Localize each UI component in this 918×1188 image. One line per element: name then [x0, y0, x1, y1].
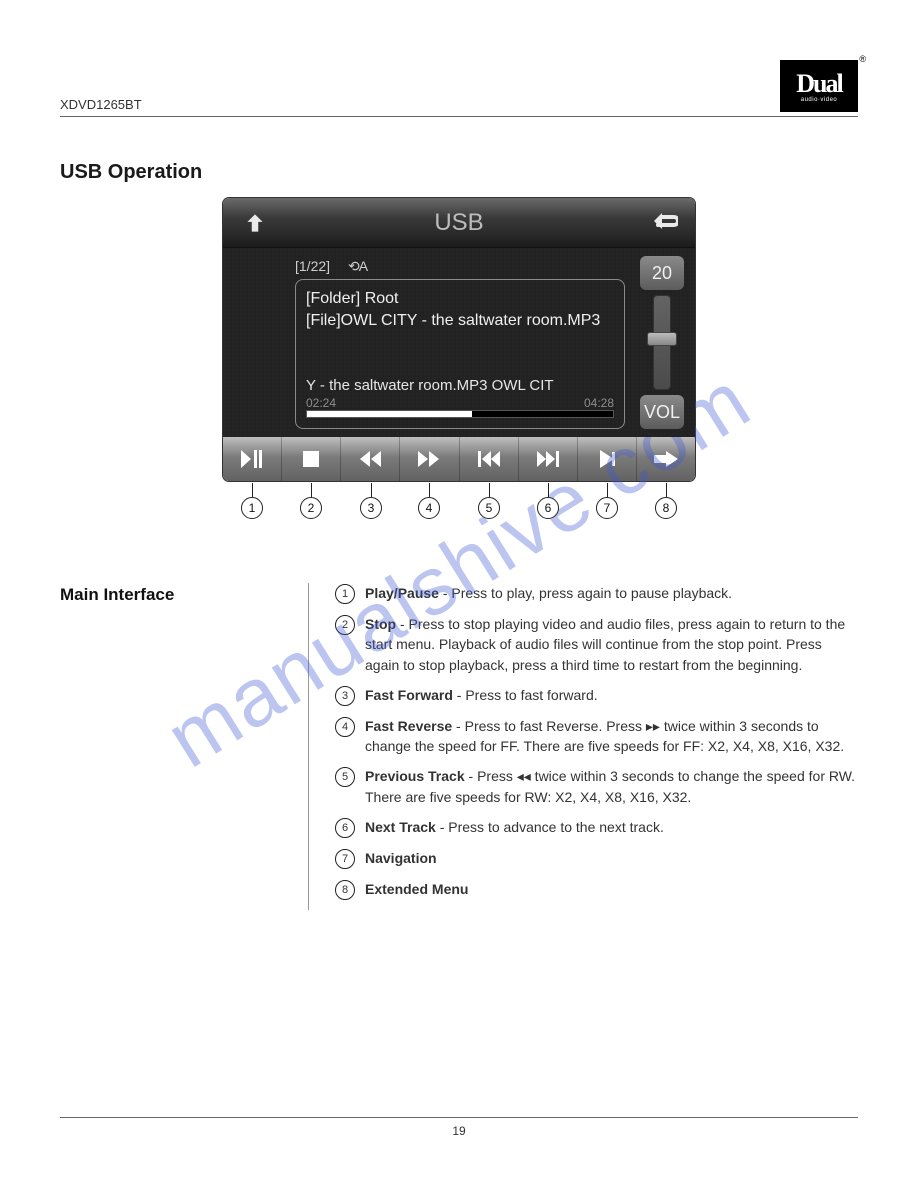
item-number: 6 — [335, 818, 355, 838]
screen-title: USB — [434, 209, 483, 237]
callout-1: 1 — [241, 497, 263, 519]
elapsed-time: 02:24 — [306, 396, 336, 410]
callout-6: 6 — [537, 497, 559, 519]
item-body: Fast Forward - Press to fast forward. — [365, 685, 598, 705]
item-body: Extended Menu — [365, 879, 468, 899]
progress-bar[interactable] — [306, 410, 614, 418]
list-item: 1 Play/Pause - Press to play, press again… — [335, 583, 858, 604]
play-pause-button[interactable] — [223, 437, 282, 481]
item-body: Navigation — [365, 848, 437, 868]
prev-track-button[interactable] — [460, 437, 519, 481]
track-scroll: Y - the saltwater room.MP3 OWL CIT — [306, 377, 614, 394]
back-arrow-icon[interactable] — [641, 205, 685, 241]
track-index: [1/22] — [295, 258, 330, 275]
info-box: [Folder] Root [File]OWL CITY - the saltw… — [295, 279, 625, 429]
item-number: 1 — [335, 584, 355, 604]
callout-8: 8 — [655, 497, 677, 519]
item-number: 3 — [335, 686, 355, 706]
item-number: 2 — [335, 615, 355, 635]
item-body: Previous Track - Press ◂◂ twice within 3… — [365, 766, 858, 807]
rewind-button[interactable] — [341, 437, 400, 481]
callout-2: 2 — [300, 497, 322, 519]
device-screen: USB [1/22] ⟲A [Folder] Root [File]OWL CI… — [223, 198, 695, 481]
subsection-label: Main Interface — [60, 583, 308, 910]
section-title: USB Operation — [60, 161, 858, 184]
callout-3: 3 — [360, 497, 382, 519]
navigation-button[interactable] — [578, 437, 637, 481]
item-body: Stop - Press to stop playing video and a… — [365, 614, 858, 675]
total-time: 04:28 — [584, 396, 614, 410]
brand-logo: Dual audio·video — [780, 60, 858, 112]
item-body: Next Track - Press to advance to the nex… — [365, 817, 664, 837]
list-item: 2 Stop - Press to stop playing video and … — [335, 614, 858, 675]
description-list: 1 Play/Pause - Press to play, press again… — [308, 583, 858, 910]
fast-forward-button[interactable] — [400, 437, 459, 481]
volume-slider[interactable] — [654, 296, 670, 389]
repeat-icon: ⟲A — [348, 258, 367, 275]
item-body: Play/Pause - Press to play, press again … — [365, 583, 732, 603]
list-item: 7 Navigation — [335, 848, 858, 869]
extended-menu-button[interactable] — [637, 437, 695, 481]
item-number: 4 — [335, 717, 355, 737]
list-item: 5 Previous Track - Press ◂◂ twice within … — [335, 766, 858, 807]
volume-value: 20 — [640, 256, 684, 290]
callout-4: 4 — [418, 497, 440, 519]
list-item: 3 Fast Forward - Press to fast forward. — [335, 685, 858, 706]
model-number: XDVD1265BT — [60, 97, 142, 112]
up-arrow-icon[interactable] — [233, 205, 277, 241]
item-number: 5 — [335, 767, 355, 787]
list-item: 8 Extended Menu — [335, 879, 858, 900]
stop-button[interactable] — [282, 437, 341, 481]
callout-7: 7 — [596, 497, 618, 519]
list-item: 6 Next Track - Press to advance to the ne… — [335, 817, 858, 838]
folder-line: [Folder] Root — [306, 288, 614, 310]
item-body: Fast Reverse - Press to fast Reverse. Pr… — [365, 716, 858, 757]
callout-5: 5 — [478, 497, 500, 519]
item-number: 7 — [335, 849, 355, 869]
item-number: 8 — [335, 880, 355, 900]
next-track-button[interactable] — [519, 437, 578, 481]
page-header: XDVD1265BT Dual audio·video — [60, 60, 858, 117]
callout-markers: 1 2 3 4 5 6 7 8 — [223, 489, 695, 533]
volume-label-button[interactable]: VOL — [640, 395, 684, 429]
control-bar — [223, 437, 695, 481]
list-item: 4 Fast Reverse - Press to fast Reverse. P… — [335, 716, 858, 757]
page-number: 19 — [60, 1117, 858, 1138]
file-line: [File]OWL CITY - the saltwater room.MP3 — [306, 310, 614, 332]
